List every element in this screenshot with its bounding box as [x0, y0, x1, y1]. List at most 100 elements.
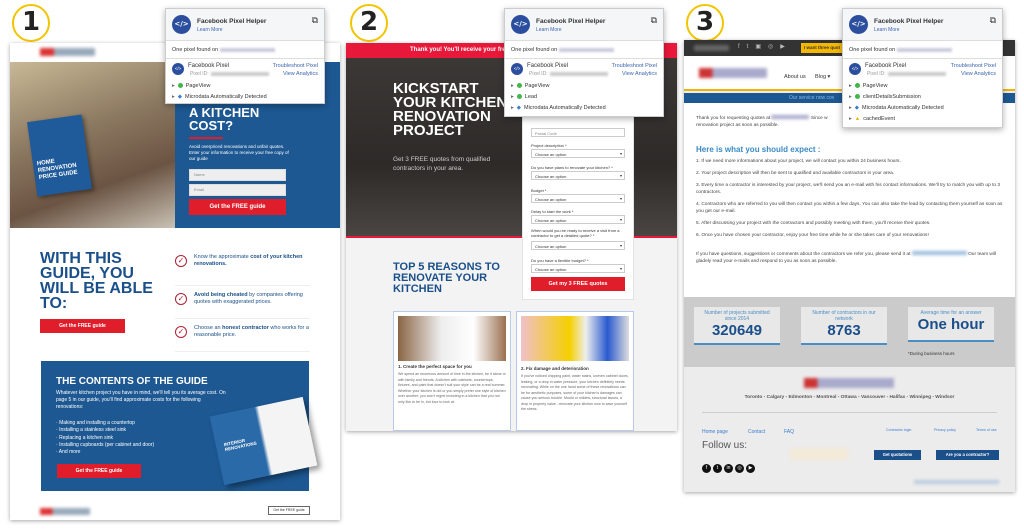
event-row[interactable]: ▸ ▲ cachedEvent	[843, 114, 1002, 125]
popup-title: Facebook Pixel Helper	[874, 18, 944, 25]
event-row[interactable]: ▸ ◆ Microdata Automatically Detected	[166, 92, 324, 103]
external-link-icon[interactable]: ⧉	[312, 15, 318, 26]
footer-guide-button[interactable]: Get the FREE guide	[268, 506, 310, 515]
learn-more-link[interactable]: Learn More	[536, 27, 562, 33]
expand-arrow-icon[interactable]: ▸	[511, 94, 514, 100]
benefit-item: ✓ Know the approximate cost of your kitc…	[175, 253, 310, 286]
troubleshoot-pixel-link[interactable]: Troubleshoot Pixel	[612, 63, 657, 69]
instagram-icon[interactable]: ◎	[735, 464, 744, 473]
footer-faq-link[interactable]: FAQ	[784, 429, 794, 435]
get-guide-button-3[interactable]: Get the FREE guide	[57, 464, 141, 478]
terms-link[interactable]: Terms of use	[976, 428, 997, 432]
troubleshoot-pixel-link[interactable]: Troubleshoot Pixel	[273, 63, 318, 69]
site-logo[interactable]	[699, 68, 767, 78]
footer-contact-link[interactable]: Contact	[748, 429, 765, 435]
pixel-helper-logo-icon: </>	[511, 15, 530, 34]
stat-value: 8763	[827, 322, 861, 339]
expand-arrow-icon[interactable]: ▸	[849, 83, 852, 89]
budget-select[interactable]: Choose an option	[531, 194, 625, 203]
intro-text: Since w	[810, 116, 828, 121]
pixel-name: Facebook Pixel	[865, 63, 907, 69]
facebook-icon[interactable]: f	[702, 464, 711, 473]
external-link-icon[interactable]: ⧉	[990, 15, 996, 26]
event-row[interactable]: ▸ clientDetailsSubmission	[843, 92, 1002, 103]
expand-arrow-icon[interactable]: ▸	[511, 105, 514, 111]
pixel-helper-popup-3: </> Facebook Pixel Helper Learn More ⧉ One …	[842, 8, 1003, 128]
twitter-icon[interactable]: t	[713, 464, 722, 473]
linkedin-icon[interactable]: ▣	[755, 44, 768, 50]
request-quotes-button[interactable]: I want three quot	[801, 43, 846, 53]
contents-section: THE CONTENTS OF THE GUIDE Whatever kitch…	[41, 361, 318, 491]
event-row[interactable]: ▸ PageView	[505, 81, 663, 92]
event-row[interactable]: ▸ PageView	[166, 81, 324, 92]
event-row[interactable]: ▸ Lead	[505, 92, 663, 103]
get-guide-button-2[interactable]: Get the FREE guide	[40, 319, 125, 333]
list-item: Installing a stainless steel sink	[59, 427, 127, 434]
contractor-login-link[interactable]: Contractor login	[886, 428, 911, 432]
pixel-helper-popup-2: </> Facebook Pixel Helper Learn More ⧉ One …	[504, 8, 664, 117]
hero-subtitle: Get 3 FREE quotes from qualified contrac…	[393, 156, 491, 172]
get-quotes-button[interactable]: Get my 3 FREE quotes	[531, 277, 625, 291]
repair-photo	[521, 316, 629, 361]
divider	[189, 137, 223, 139]
flexible-budget-select[interactable]: Choose an option	[531, 264, 625, 273]
pixel-id-value	[887, 72, 946, 76]
pixel-helper-popup-1: </> Facebook Pixel Helper Learn More ⧉ One …	[165, 8, 325, 104]
get-quotations-button[interactable]: Get quotations	[874, 450, 921, 460]
pixel-name: Facebook Pixel	[527, 63, 569, 69]
view-analytics-link[interactable]: View Analytics	[283, 71, 318, 77]
email-input[interactable]: Email	[189, 184, 286, 196]
event-row[interactable]: ▸ ◆ Microdata Automatically Detected	[843, 103, 1002, 114]
visit-select[interactable]: Choose an option	[531, 241, 625, 250]
delay-select[interactable]: Choose an option	[531, 215, 625, 224]
success-dot-icon	[516, 83, 522, 89]
get-guide-button[interactable]: Get the FREE guide	[189, 199, 286, 215]
success-dot-icon	[177, 83, 183, 89]
event-row[interactable]: ▸ PageView	[843, 81, 1002, 92]
phone-button[interactable]	[790, 448, 848, 460]
instagram-icon[interactable]: ◎	[768, 44, 780, 50]
youtube-icon[interactable]: ▶	[780, 44, 792, 50]
nav-about[interactable]: About us	[784, 74, 806, 80]
privacy-link[interactable]: Privacy policy	[934, 428, 956, 432]
footer-social-icons: f t in ◎ ▶	[702, 456, 757, 474]
step-item: 6. Once you have chosen your contractor,…	[696, 233, 929, 238]
intro-text: renovation project as soon as possible.	[696, 123, 779, 128]
event-name: Microdata Automatically Detected	[862, 105, 944, 111]
linkedin-icon[interactable]: in	[724, 464, 733, 473]
name-input[interactable]: Name	[189, 169, 286, 181]
project-description-select[interactable]: Choose an option	[531, 149, 625, 158]
footer-home-link[interactable]: Home page	[702, 429, 728, 435]
learn-more-link[interactable]: Learn More	[197, 27, 223, 33]
step-number-2: 2	[350, 4, 388, 42]
event-name: cachedEvent	[863, 116, 896, 122]
facebook-icon[interactable]: f	[738, 44, 747, 50]
expand-arrow-icon[interactable]: ▸	[849, 116, 852, 122]
view-analytics-link[interactable]: View Analytics	[622, 71, 657, 77]
youtube-icon[interactable]: ▶	[746, 464, 755, 473]
event-row[interactable]: ▸ ◆ Microdata Automatically Detected	[505, 103, 663, 114]
benefits-title: WITH THIS GUIDE, YOU WILL BE ABLE TO:	[40, 250, 153, 312]
email-link[interactable]	[911, 251, 967, 255]
expand-arrow-icon[interactable]: ▸	[849, 105, 852, 111]
view-analytics-link[interactable]: View Analytics	[961, 71, 996, 77]
learn-more-link[interactable]: Learn More	[874, 27, 900, 33]
field-label: Do you have a flexible budget? *	[531, 258, 589, 263]
step-item: 5. After discussing your project with th…	[696, 221, 931, 226]
expand-arrow-icon[interactable]: ▸	[172, 83, 175, 89]
benefit-text: Know the approximate	[194, 254, 251, 260]
follow-us-label: Follow us:	[702, 440, 748, 451]
reason-card: 2. Fix damage and deterioration If you'v…	[516, 311, 634, 431]
expand-arrow-icon[interactable]: ▸	[172, 94, 175, 100]
postal-code-input[interactable]: Postal Code	[531, 128, 625, 137]
renovation-plans-select[interactable]: Choose an option	[531, 171, 625, 180]
stat-value: One hour	[917, 316, 985, 333]
stat-response-time: Average time for an answer One hour	[908, 307, 994, 342]
expand-arrow-icon[interactable]: ▸	[511, 83, 514, 89]
troubleshoot-pixel-link[interactable]: Troubleshoot Pixel	[951, 63, 996, 69]
nav-blog[interactable]: Blog ▾	[815, 74, 830, 80]
expand-arrow-icon[interactable]: ▸	[849, 94, 852, 100]
contractor-button[interactable]: Are you a contractor?	[936, 450, 999, 460]
domain-name	[219, 47, 275, 52]
external-link-icon[interactable]: ⧉	[651, 15, 657, 26]
